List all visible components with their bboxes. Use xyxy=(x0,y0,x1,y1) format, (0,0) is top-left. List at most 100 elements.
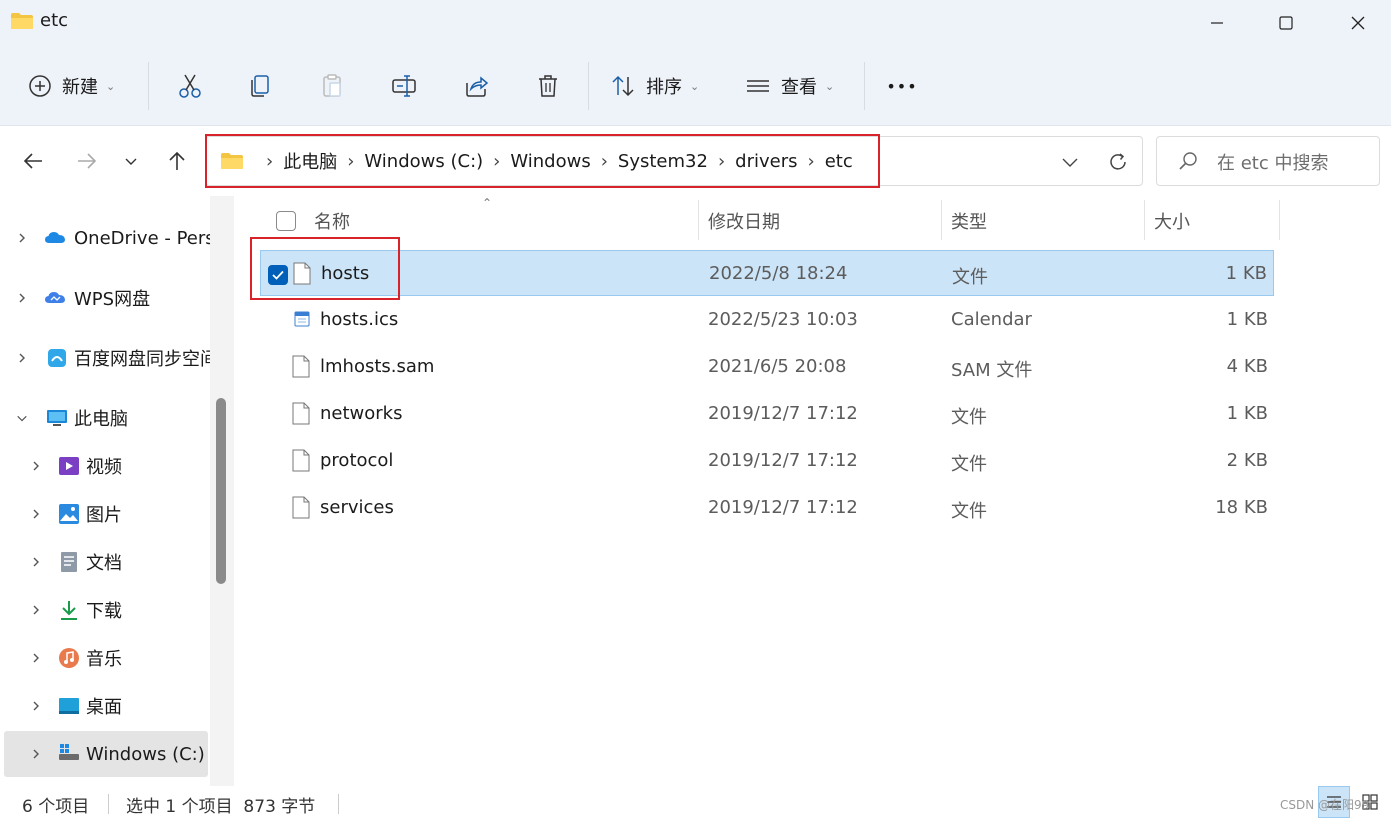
share-icon xyxy=(466,76,489,97)
column-divider[interactable] xyxy=(941,200,942,240)
file-modified: 2022/5/23 10:03 xyxy=(708,309,858,330)
column-divider[interactable] xyxy=(698,200,699,240)
sidebar-item-label: 视频 xyxy=(86,457,122,478)
sidebar-item-documents[interactable]: 文档 xyxy=(0,539,210,585)
watermark: CSDN @在阳99 xyxy=(1280,798,1370,812)
sidebar-item-downloads[interactable]: 下载 xyxy=(0,587,210,633)
view-button[interactable]: 查看 ⌄ xyxy=(745,64,834,108)
chevron-right-icon[interactable] xyxy=(30,652,42,664)
back-button[interactable] xyxy=(18,146,48,176)
search-box[interactable]: 在 etc 中搜索 xyxy=(1156,136,1380,186)
sidebar-item-videos[interactable]: 视频 xyxy=(0,443,210,489)
sidebar-item-desktop[interactable]: 桌面 xyxy=(0,683,210,729)
file-name[interactable]: hosts.ics xyxy=(320,309,398,330)
sidebar-item-pictures[interactable]: 图片 xyxy=(0,491,210,537)
chevron-down-icon: ⌄ xyxy=(106,79,116,93)
file-row[interactable]: hosts 2022/5/8 18:24 文件 1 KB xyxy=(260,250,1274,296)
file-name[interactable]: lmhosts.sam xyxy=(320,356,434,377)
sidebar-item-onedrive[interactable]: OneDrive - Pers xyxy=(0,215,210,261)
share-button[interactable] xyxy=(456,64,496,108)
file-row[interactable]: hosts.ics 2022/5/23 10:03 Calendar 1 KB xyxy=(260,297,1274,343)
sidebar-item-music[interactable]: 音乐 xyxy=(0,635,210,681)
column-divider[interactable] xyxy=(1279,200,1280,240)
chevron-right-icon[interactable] xyxy=(16,232,28,244)
status-divider xyxy=(108,794,109,814)
file-modified: 2019/12/7 17:12 xyxy=(708,450,858,471)
chevron-down-icon: ⌄ xyxy=(825,79,835,93)
file-list-header: ⌃ 名称 修改日期 类型 大小 xyxy=(234,196,1391,244)
sort-icon xyxy=(612,75,634,97)
sidebar-item-baidu-netdisk[interactable]: 百度网盘同步空间 xyxy=(0,335,210,381)
copy-button[interactable] xyxy=(240,64,280,108)
column-header-name[interactable]: 名称 xyxy=(314,208,350,234)
sidebar-item-wps-cloud[interactable]: WPS网盘 xyxy=(0,275,210,321)
file-name[interactable]: services xyxy=(320,497,394,518)
column-header-size[interactable]: 大小 xyxy=(1154,208,1190,234)
chevron-right-icon[interactable] xyxy=(30,700,42,712)
new-button[interactable]: 新建 ⌄ xyxy=(28,64,115,108)
calendar-file-icon xyxy=(294,311,310,327)
cut-button[interactable] xyxy=(170,64,210,108)
documents-icon xyxy=(61,552,77,572)
file-size: 1 KB xyxy=(1225,263,1267,284)
file-row[interactable]: services 2019/12/7 17:12 文件 18 KB xyxy=(260,485,1274,531)
new-label: 新建 xyxy=(62,77,98,98)
chevron-right-icon[interactable] xyxy=(16,352,28,364)
music-icon xyxy=(59,648,79,668)
chevron-right-icon[interactable] xyxy=(30,604,42,616)
up-button[interactable] xyxy=(162,146,192,176)
navigation-pane: OneDrive - Pers WPS网盘 百度网盘同步空间 此电脑 视频 图片… xyxy=(0,196,210,786)
file-icon xyxy=(292,496,310,519)
delete-button[interactable] xyxy=(528,64,568,108)
paste-button[interactable] xyxy=(312,64,352,108)
onedrive-icon xyxy=(45,232,65,243)
sidebar-item-this-pc[interactable]: 此电脑 xyxy=(0,395,210,441)
sort-label: 排序 xyxy=(646,77,682,98)
chevron-down-icon[interactable] xyxy=(16,412,28,424)
paste-icon xyxy=(323,74,341,97)
sidebar-scrollbar-thumb[interactable] xyxy=(216,398,226,584)
close-button[interactable] xyxy=(1330,0,1386,46)
arrow-left-icon xyxy=(23,153,42,169)
chevron-right-icon[interactable] xyxy=(16,292,28,304)
select-all-checkbox[interactable] xyxy=(276,211,296,231)
column-header-modified[interactable]: 修改日期 xyxy=(708,208,780,234)
column-header-type[interactable]: 类型 xyxy=(951,208,987,234)
file-row[interactable]: protocol 2019/12/7 17:12 文件 2 KB xyxy=(260,438,1274,484)
search-input[interactable]: 在 etc 中搜索 xyxy=(1217,149,1328,175)
file-icon xyxy=(292,449,310,472)
maximize-button[interactable] xyxy=(1258,0,1314,46)
sidebar-item-label: 此电脑 xyxy=(74,409,128,430)
file-name[interactable]: networks xyxy=(320,403,402,424)
scissors-icon xyxy=(179,74,201,98)
rename-button[interactable] xyxy=(384,64,424,108)
column-divider[interactable] xyxy=(1144,200,1145,240)
file-size: 2 KB xyxy=(1226,450,1268,471)
command-bar: 新建 ⌄ 排序 ⌄ 查看 ⌄ ••• xyxy=(0,46,1391,126)
forward-button[interactable] xyxy=(72,146,102,176)
more-options-button[interactable]: ••• xyxy=(880,64,924,108)
plus-circle-icon xyxy=(29,75,51,97)
chevron-right-icon[interactable] xyxy=(30,508,42,520)
file-name[interactable]: protocol xyxy=(320,450,393,471)
recent-locations-button[interactable] xyxy=(116,146,146,176)
minimize-icon xyxy=(1211,22,1223,24)
refresh-button[interactable] xyxy=(1104,148,1132,176)
sidebar-item-label: 图片 xyxy=(86,505,122,526)
toolbar-divider xyxy=(588,62,589,110)
sort-button[interactable]: 排序 ⌄ xyxy=(610,64,699,108)
chevron-right-icon[interactable] xyxy=(30,460,42,472)
minimize-button[interactable] xyxy=(1189,0,1245,46)
address-history-button[interactable] xyxy=(1056,148,1084,176)
sidebar-item-windows-c[interactable]: Windows (C:) xyxy=(4,731,208,777)
status-divider xyxy=(338,794,339,814)
chevron-right-icon[interactable] xyxy=(30,556,42,568)
file-type: SAM 文件 xyxy=(951,360,1033,381)
file-row[interactable]: networks 2019/12/7 17:12 文件 1 KB xyxy=(260,391,1274,437)
chevron-right-icon[interactable] xyxy=(30,748,42,760)
trash-icon xyxy=(539,75,557,97)
sidebar-item-label: 音乐 xyxy=(86,649,122,670)
sidebar-item-label: 百度网盘同步空间 xyxy=(74,349,210,370)
file-row[interactable]: lmhosts.sam 2021/6/5 20:08 SAM 文件 4 KB xyxy=(260,344,1274,390)
videos-icon xyxy=(59,457,79,475)
